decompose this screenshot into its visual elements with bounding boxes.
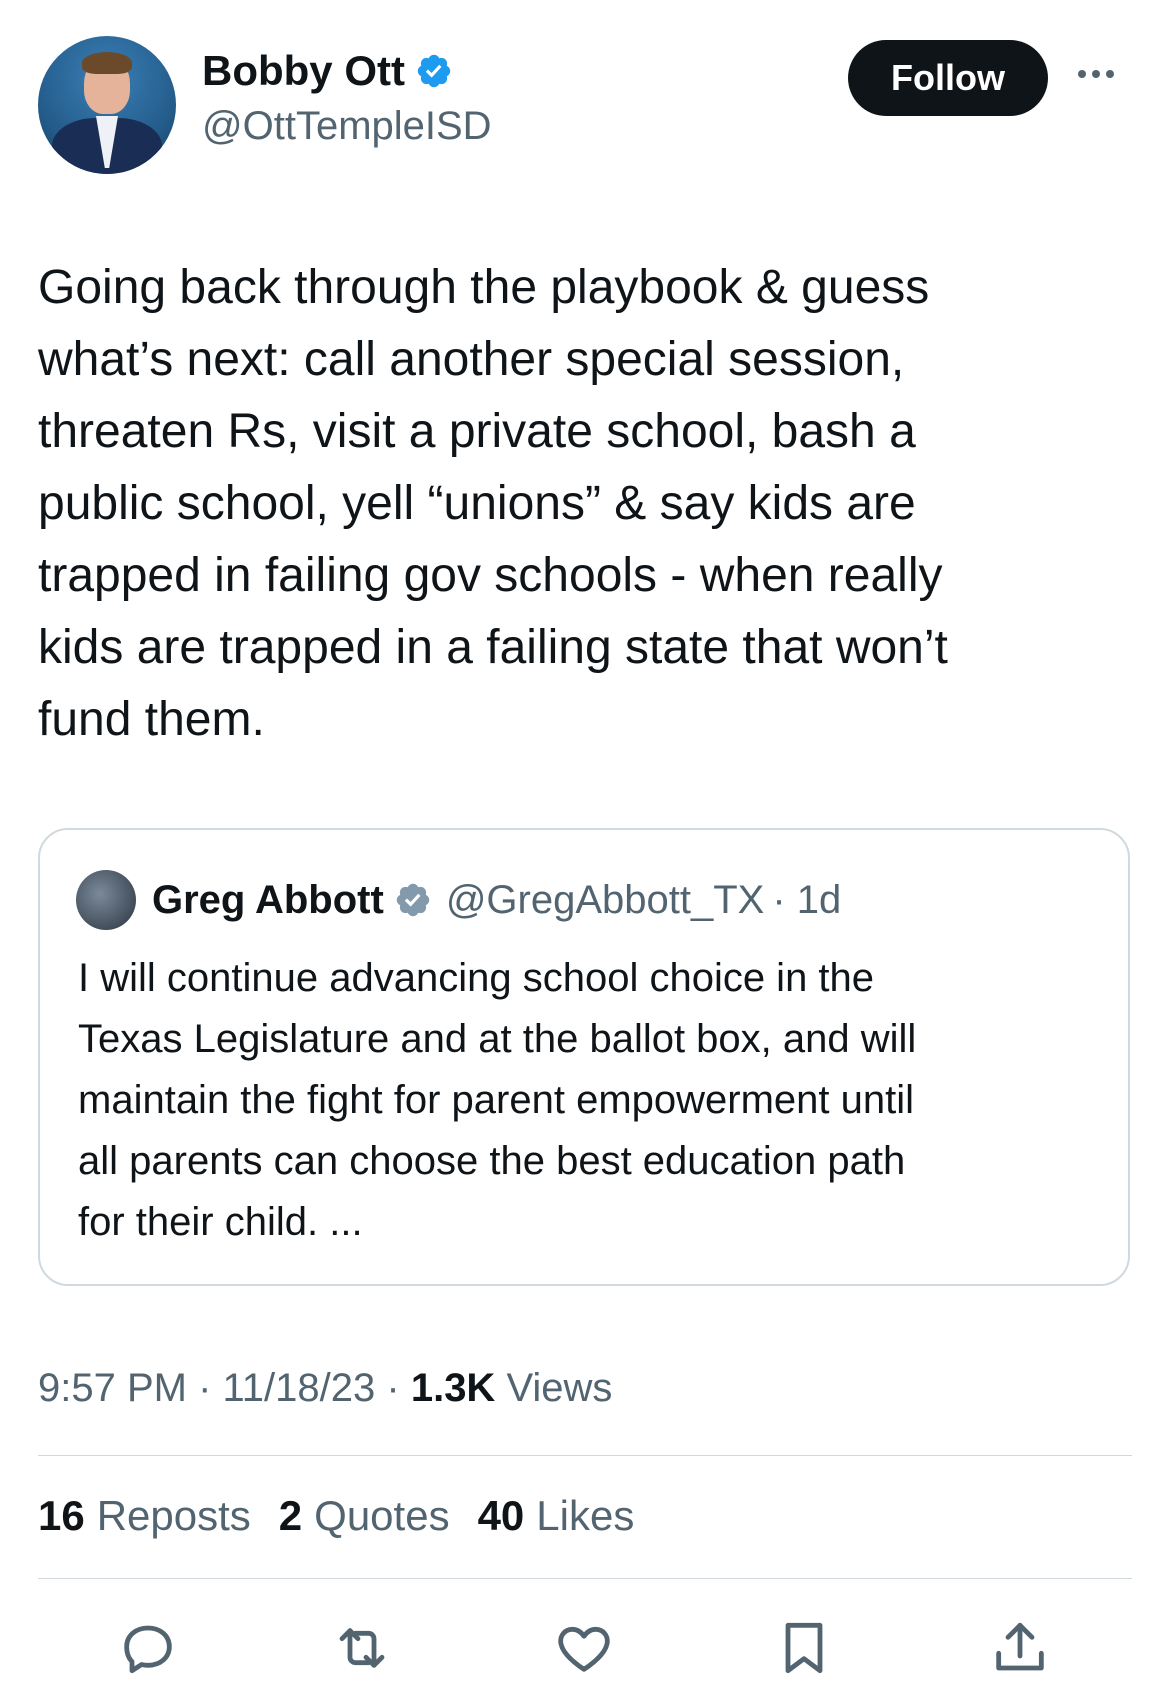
divider <box>38 1455 1132 1456</box>
follow-button[interactable]: Follow <box>848 40 1048 116</box>
tweet-date[interactable]: 11/18/23 <box>223 1366 376 1410</box>
author-name[interactable]: Bobby Ott <box>202 50 405 92</box>
more-icon[interactable] <box>1078 64 1128 84</box>
author-name-row[interactable]: Bobby Ott <box>202 50 492 92</box>
verified-badge-icon <box>417 54 451 88</box>
tweet-meta: 9:57 PM · 11/18/23 · 1.3K Views <box>38 1366 612 1411</box>
quoted-author-avatar <box>76 870 136 930</box>
author-handle[interactable]: @OttTempleISD <box>202 106 492 146</box>
quotes-stat[interactable]: 2 Quotes <box>279 1492 450 1540</box>
quotes-count: 2 <box>278 1492 303 1539</box>
share-icon[interactable] <box>988 1616 1052 1680</box>
quoted-tweet-time: · 1d <box>772 877 842 922</box>
quotes-label: Quotes <box>314 1492 450 1539</box>
repost-icon[interactable] <box>330 1616 394 1680</box>
tweet-text: Going back through the playbook & guess … <box>38 261 948 746</box>
action-bar <box>0 1616 1170 1686</box>
engagement-stats: 16 Reposts 2 Quotes 40 Likes <box>38 1492 634 1540</box>
reposts-label: Reposts <box>96 1492 251 1539</box>
quoted-tweet-header: Greg Abbott @GregAbbott_TX · 1d <box>76 870 841 930</box>
tweet-header: Bobby Ott @OttTempleISD Follow <box>38 36 1132 176</box>
likes-count: 40 <box>477 1492 525 1539</box>
reply-icon[interactable] <box>116 1616 180 1680</box>
separator: · <box>386 1366 411 1410</box>
quoted-author-name: Greg Abbott <box>152 877 384 922</box>
likes-label: Likes <box>536 1492 635 1539</box>
author-info: Bobby Ott @OttTempleISD <box>202 50 492 147</box>
tweet-time[interactable]: 9:57 PM <box>38 1366 187 1410</box>
like-icon[interactable] <box>552 1616 616 1680</box>
views-count: 1.3K <box>410 1366 496 1410</box>
reposts-stat[interactable]: 16 Reposts <box>38 1492 251 1540</box>
views-label: Views <box>506 1366 613 1410</box>
quoted-tweet-text: I will continue advancing school choice … <box>78 956 917 1244</box>
divider <box>38 1578 1132 1579</box>
quoted-author-handle: @GregAbbott_TX <box>445 877 765 922</box>
likes-stat[interactable]: 40 Likes <box>478 1492 635 1540</box>
reposts-count: 16 <box>38 1492 85 1539</box>
quoted-tweet[interactable]: Greg Abbott @GregAbbott_TX · 1d I will c… <box>38 828 1130 1286</box>
separator: · <box>198 1366 223 1410</box>
bookmark-icon[interactable] <box>772 1616 836 1680</box>
verified-badge-icon <box>396 883 430 917</box>
author-avatar[interactable] <box>38 36 176 174</box>
